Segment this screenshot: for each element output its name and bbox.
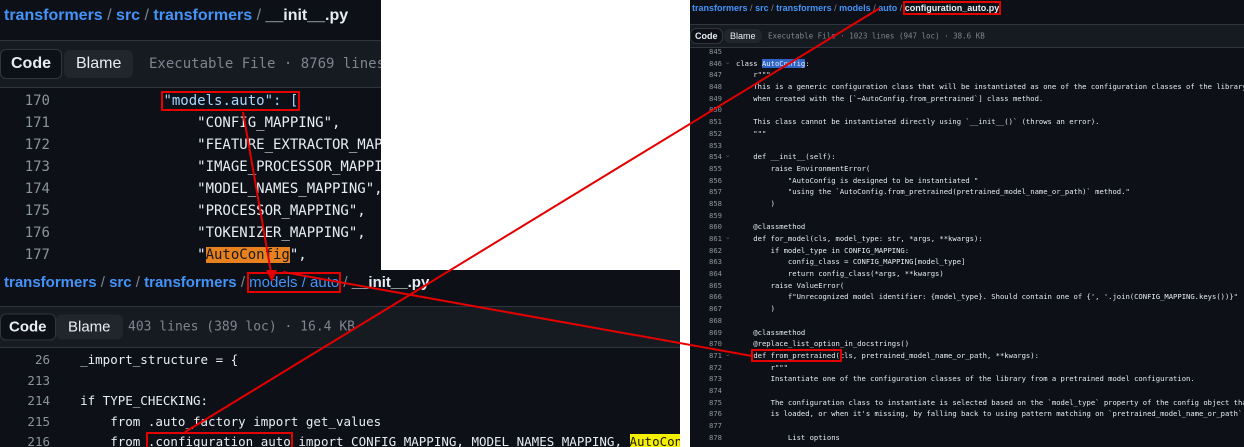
arrow-head <box>266 270 277 282</box>
arrow-import-to-configuration-auto <box>184 7 881 433</box>
arrow-to-from-pretrained <box>282 271 753 357</box>
annotation-arrows <box>184 7 881 433</box>
arrow-models-auto-to-breadcrumb <box>242 111 273 279</box>
